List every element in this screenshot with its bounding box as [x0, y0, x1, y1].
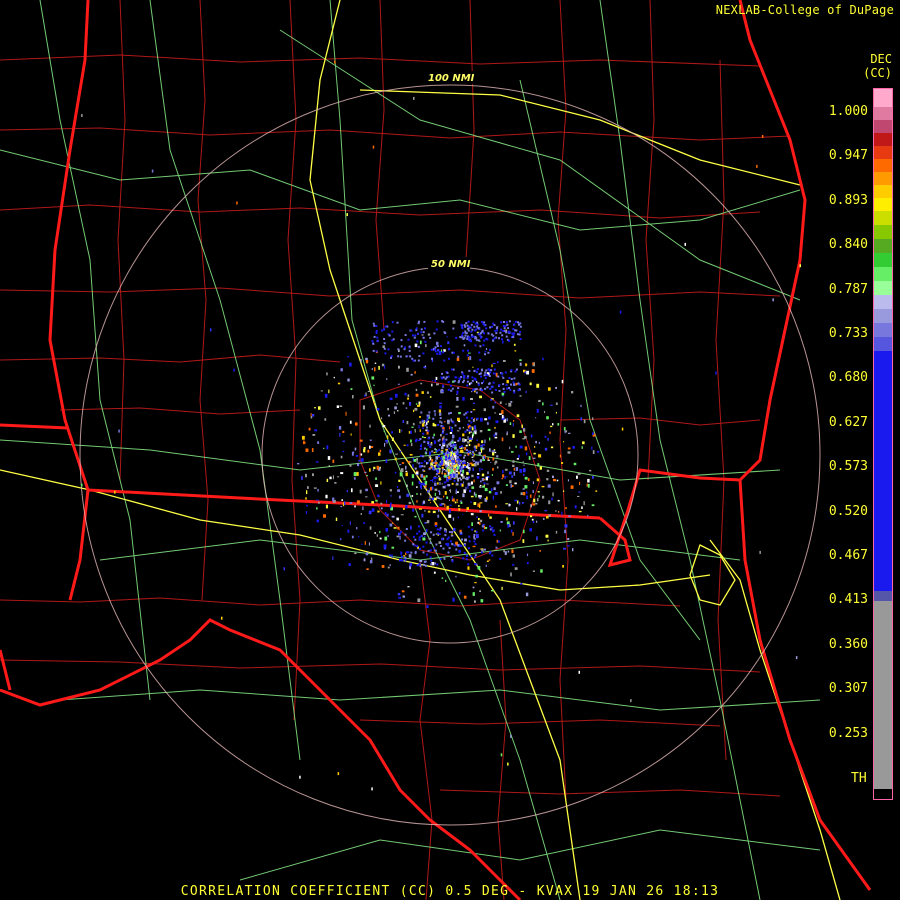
scale-label: 0.893 — [828, 192, 868, 208]
scale-label: 0.680 — [828, 370, 868, 386]
units-line-1: DEC — [870, 52, 892, 66]
scale-label: 0.253 — [828, 725, 868, 741]
product-caption: CORRELATION COEFFICIENT (CC) 0.5 DEG - K… — [180, 884, 720, 899]
color-scale-bar — [873, 88, 893, 800]
units-line-2: (CC) — [863, 66, 892, 80]
radar-map: 100 NMI 50 NMI — [0, 0, 900, 900]
scale-label: 0.520 — [828, 503, 868, 519]
scale-label: 0.307 — [828, 681, 868, 697]
scale-th-label: TH — [851, 771, 867, 786]
scale-label: 0.733 — [828, 326, 868, 341]
scale-label: 0.947 — [828, 148, 868, 164]
scale-units: DEC (CC) — [840, 52, 892, 80]
scale-label: 0.573 — [828, 459, 868, 475]
scale-label: 0.467 — [828, 548, 868, 563]
credit-text: NEXLAB-College of DuPage — [715, 3, 894, 17]
scale-label: 1.000 — [828, 104, 868, 119]
scale-label: 0.840 — [828, 237, 868, 253]
ring-label-50: 50 NMI — [431, 259, 471, 270]
scale-label: 0.360 — [828, 636, 868, 652]
ring-label-100: 100 NMI — [428, 73, 475, 84]
scale-label: 0.787 — [828, 281, 868, 297]
scale-label: 0.413 — [828, 592, 868, 608]
scale-label: 0.627 — [828, 414, 868, 430]
